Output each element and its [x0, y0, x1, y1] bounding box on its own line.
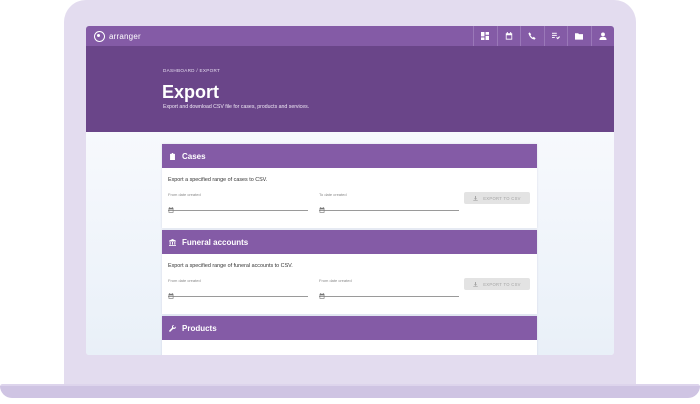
download-icon	[473, 281, 478, 287]
card-description: Export a specified range of funeral acco…	[168, 263, 293, 269]
download-icon	[473, 195, 478, 201]
brand-logo-icon	[94, 30, 105, 42]
from-date-label: From date created	[168, 192, 201, 197]
laptop-base	[0, 386, 700, 398]
page-title: Export	[162, 82, 220, 102]
phone-icon[interactable]	[520, 26, 544, 46]
card-body: Export a specified range of cases to CSV…	[162, 168, 537, 228]
tasks-icon[interactable]	[543, 26, 568, 46]
bank-icon	[169, 233, 176, 251]
calendar-icon[interactable]	[319, 200, 325, 213]
card-title: Funeral accounts	[182, 237, 249, 247]
to-date-label: From date created	[319, 278, 352, 283]
clipboard-icon	[169, 147, 176, 165]
top-icon-group	[473, 26, 614, 46]
card-header: Cases	[162, 144, 537, 168]
calendar-icon[interactable]	[168, 200, 174, 213]
to-date-label: To date created	[319, 192, 347, 197]
export-button-label: EXPORT TO CSV	[483, 281, 521, 287]
from-date-field[interactable]: From date created	[168, 192, 308, 213]
calendar-icon[interactable]	[168, 286, 174, 299]
export-to-csv-button[interactable]: EXPORT TO CSV	[464, 278, 530, 290]
app-screen: arranger DASHBOARD / EXPORT Export Expor…	[86, 26, 614, 355]
products-export-card: Products	[162, 316, 537, 355]
calendar-icon[interactable]	[496, 26, 521, 46]
dashboard-icon[interactable]	[473, 26, 497, 46]
card-title: Products	[182, 323, 217, 333]
user-icon[interactable]	[590, 26, 615, 46]
folder-icon[interactable]	[567, 26, 591, 46]
card-title: Cases	[182, 151, 206, 161]
from-date-label: From date created	[168, 278, 201, 283]
brand-name: arranger	[109, 31, 141, 41]
card-header: Products	[162, 316, 537, 340]
card-header: Funeral accounts	[162, 230, 537, 254]
calendar-icon[interactable]	[319, 286, 325, 299]
to-date-field[interactable]: To date created	[319, 192, 459, 213]
to-date-field[interactable]: From date created	[319, 278, 459, 299]
page-subtitle: Export and download CSV file for cases, …	[163, 104, 310, 110]
brand[interactable]: arranger	[94, 30, 141, 42]
top-navigation-bar: arranger	[86, 26, 614, 46]
funeral-accounts-export-card: Funeral accounts Export a specified rang…	[162, 230, 537, 314]
breadcrumb[interactable]: DASHBOARD / EXPORT	[163, 68, 220, 73]
wrench-icon	[169, 319, 176, 337]
export-button-label: EXPORT TO CSV	[483, 195, 521, 201]
card-body: Export a specified range of funeral acco…	[162, 254, 537, 314]
card-description: Export a specified range of cases to CSV…	[168, 177, 268, 183]
from-date-field[interactable]: From date created	[168, 278, 308, 299]
export-to-csv-button[interactable]: EXPORT TO CSV	[464, 192, 530, 204]
cases-export-card: Cases Export a specified range of cases …	[162, 144, 537, 228]
